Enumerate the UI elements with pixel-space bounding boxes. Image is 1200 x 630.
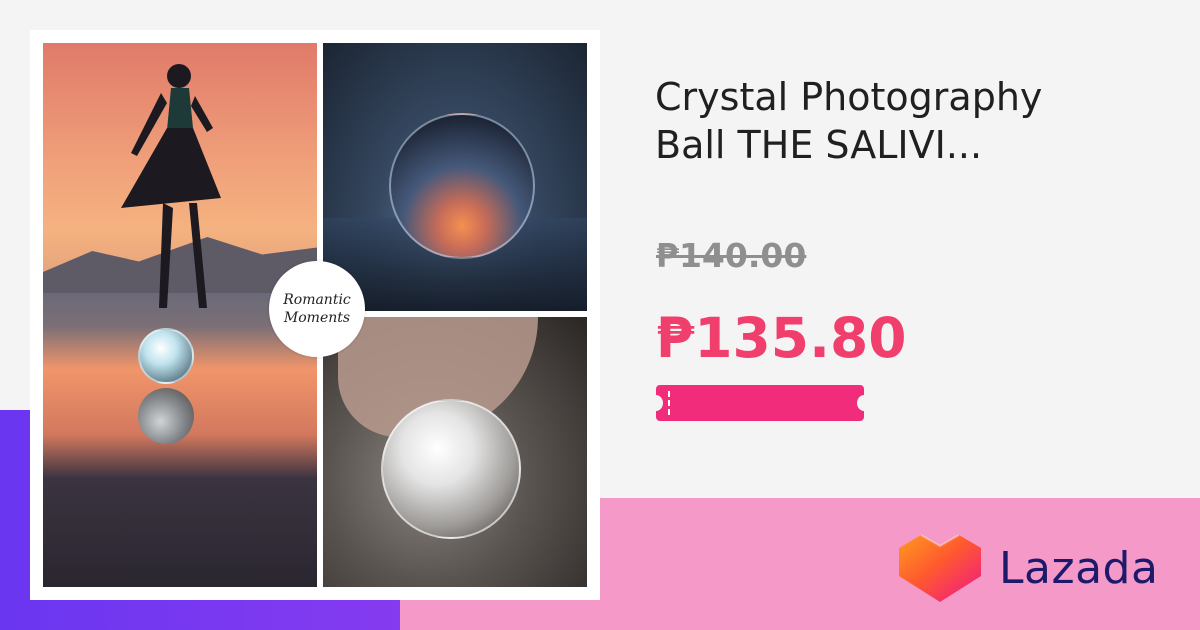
product-image-collage: Romantic Moments: [43, 43, 587, 587]
voucher-ticket[interactable]: [649, 385, 871, 421]
lazada-brand[interactable]: Lazada: [897, 532, 1158, 604]
romantic-moments-badge: Romantic Moments: [269, 261, 365, 357]
crystal-ball-reflection: [138, 388, 194, 444]
pink-background-band-lower: [400, 600, 520, 630]
lazada-heart-icon: [899, 534, 981, 602]
crystal-ball-in-hand: [381, 399, 521, 539]
voucher-perforation: [668, 391, 670, 415]
product-title[interactable]: Crystal Photography Ball THE SALIVI...: [655, 73, 1115, 169]
voucher-notch-left: [649, 395, 663, 411]
product-title-line-1: Crystal Photography: [655, 75, 1043, 119]
badge-text: Romantic Moments: [283, 292, 351, 326]
collage-panel-water-ball: [323, 43, 587, 311]
product-title-line-2: Ball THE SALIVI...: [655, 123, 983, 167]
collage-panel-hand-ball: [323, 317, 587, 587]
product-image-card[interactable]: Romantic Moments: [30, 30, 600, 600]
woman-silhouette: [121, 64, 221, 308]
voucher-notch-right: [857, 395, 871, 411]
crystal-ball-on-water: [138, 328, 194, 384]
original-price: ₱140.00: [656, 236, 807, 275]
brand-name: Lazada: [999, 542, 1159, 594]
sale-price: ₱135.80: [656, 306, 907, 370]
crystal-ball-couple: [389, 113, 535, 259]
